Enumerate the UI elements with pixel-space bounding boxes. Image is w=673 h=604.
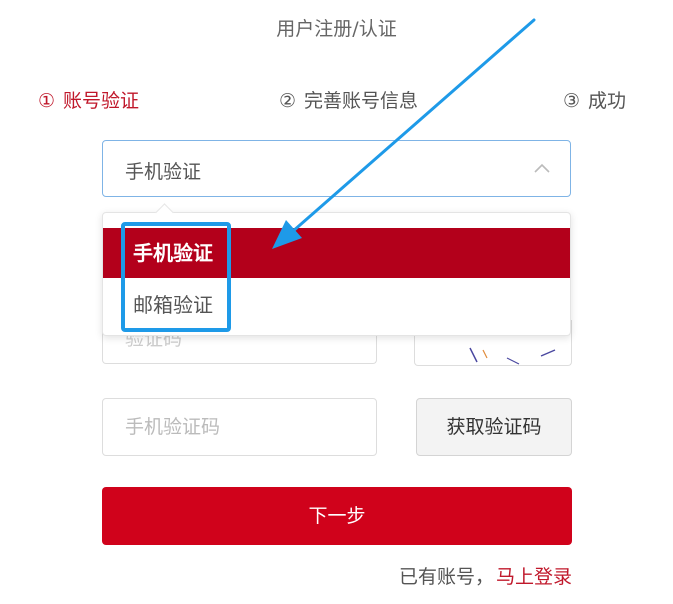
- login-prompt: 已有账号， 马上登录: [399, 562, 572, 589]
- page-title: 用户注册/认证: [276, 18, 397, 40]
- next-button[interactable]: 下一步: [102, 487, 572, 545]
- sms-code-input[interactable]: 手机验证码: [102, 398, 377, 456]
- step-number: ③: [563, 90, 581, 112]
- registration-page: 用户注册/认证 ①账号验证 ②完善账号信息 ③成功 手机验证 验证码 PhPcx…: [0, 0, 673, 604]
- step-number: ①: [38, 90, 56, 112]
- dropdown-option-phone[interactable]: 手机验证: [103, 228, 570, 278]
- step-label: 账号验证: [63, 90, 140, 112]
- verify-method-value: 手机验证: [125, 161, 202, 183]
- login-prompt-text: 已有账号，: [398, 566, 494, 588]
- step-number: ②: [279, 90, 297, 112]
- login-link[interactable]: 马上登录: [496, 566, 572, 588]
- verify-method-select[interactable]: 手机验证: [102, 140, 571, 197]
- chevron-up-icon: [534, 163, 550, 173]
- step-label: 成功: [588, 90, 627, 112]
- step-label: 完善账号信息: [304, 90, 419, 112]
- dropdown-option-email[interactable]: 邮箱验证: [103, 280, 570, 330]
- verify-method-dropdown: 手机验证 邮箱验证: [102, 212, 571, 336]
- step-success: ③ 成功: [563, 86, 626, 113]
- step-account-verify: ① 账号验证: [38, 86, 139, 113]
- get-code-button[interactable]: 获取验证码: [416, 398, 572, 456]
- step-complete-info: ② 完善账号信息: [279, 86, 418, 113]
